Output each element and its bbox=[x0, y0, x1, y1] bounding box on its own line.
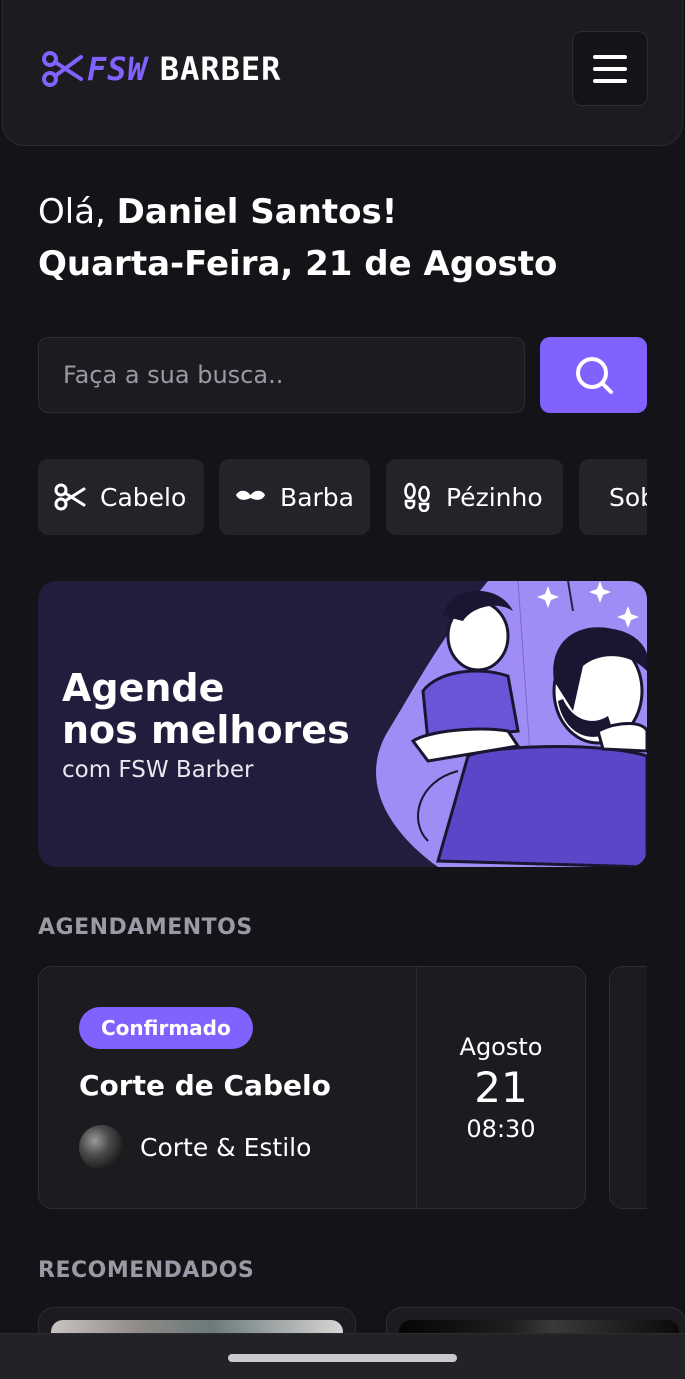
hamburger-icon bbox=[593, 54, 627, 59]
greeting: Olá, Daniel Santos! bbox=[38, 190, 397, 234]
category-label: Sobrancelha bbox=[609, 482, 647, 512]
booking-card[interactable]: Confirmado Corte de Cabelo Corte & Estil… bbox=[38, 966, 586, 1209]
menu-button[interactable] bbox=[572, 31, 648, 106]
promo-banner[interactable]: Agende nos melhores com FSW Barber bbox=[38, 581, 647, 867]
category-label: Pézinho bbox=[446, 482, 543, 512]
logo-prefix: FSW bbox=[87, 50, 148, 88]
booking-shop: Corte & Estilo bbox=[79, 1125, 311, 1170]
bookings-section-title: AGENDAMENTOS bbox=[38, 915, 253, 940]
logo-name: BARBER bbox=[159, 50, 282, 88]
app-header: FSW BARBER bbox=[2, 0, 683, 146]
current-date: Quarta-Feira, 21 de Agosto bbox=[38, 244, 558, 284]
booking-details: Confirmado Corte de Cabelo Corte & Estil… bbox=[39, 967, 417, 1208]
shop-name: Corte & Estilo bbox=[140, 1133, 312, 1162]
banner-title-line: nos melhores bbox=[62, 708, 350, 752]
barber-illustration bbox=[376, 581, 647, 867]
booking-month: Agosto bbox=[459, 1032, 543, 1061]
search-input[interactable] bbox=[38, 337, 525, 413]
category-chip-pezinho[interactable]: Pézinho bbox=[386, 459, 563, 535]
footprints-icon bbox=[404, 482, 430, 512]
booking-date: Agosto 21 08:30 bbox=[417, 967, 585, 1208]
banner-title-line: Agende bbox=[62, 666, 225, 710]
system-navigation-bar bbox=[0, 1333, 685, 1379]
hamburger-icon bbox=[593, 78, 627, 83]
status-badge: Confirmado bbox=[79, 1007, 253, 1049]
greeting-user-name: Daniel Santos! bbox=[116, 192, 398, 232]
category-chip-barba[interactable]: Barba bbox=[219, 459, 370, 535]
category-label: Barba bbox=[280, 482, 354, 512]
category-label: Cabelo bbox=[100, 482, 187, 512]
search-button[interactable] bbox=[540, 337, 647, 413]
booking-service: Corte de Cabelo bbox=[79, 1069, 331, 1102]
category-chip-cabelo[interactable]: Cabelo bbox=[38, 459, 204, 535]
scroll-clip bbox=[647, 940, 685, 1240]
shop-avatar bbox=[79, 1125, 124, 1170]
greeting-hello: Olá, bbox=[38, 192, 117, 232]
fsw-barber-logo[interactable]: FSW BARBER bbox=[41, 48, 281, 90]
booking-time: 08:30 bbox=[466, 1114, 536, 1143]
banner-title: Agende nos melhores bbox=[62, 667, 350, 751]
hamburger-icon bbox=[593, 66, 627, 71]
search-icon bbox=[575, 357, 613, 394]
booking-day: 21 bbox=[474, 1062, 528, 1112]
mustache-icon bbox=[235, 490, 266, 500]
recommended-section-title: RECOMENDADOS bbox=[38, 1258, 255, 1283]
category-chip-sobrancelha[interactable]: Sobrancelha bbox=[579, 459, 647, 535]
scissors-icon bbox=[54, 483, 86, 511]
home-indicator[interactable] bbox=[228, 1354, 457, 1362]
category-list: Cabelo Barba Pézinho Sobrancelha bbox=[38, 459, 647, 535]
scissors-logo-icon bbox=[42, 51, 83, 87]
banner-subtitle: com FSW Barber bbox=[62, 757, 254, 783]
